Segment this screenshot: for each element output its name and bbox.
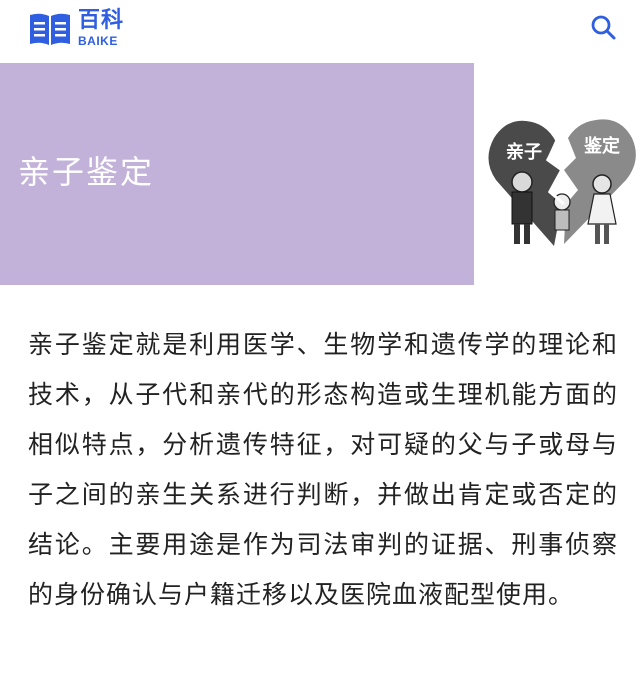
logo-text: 百科 BAIKE [78,8,125,48]
search-icon [591,15,616,40]
book-icon [28,11,72,47]
hero-banner: 亲子鉴定 亲子 鉴定 [0,63,640,285]
hero-band: 亲子鉴定 [0,63,474,285]
page-title: 亲子鉴定 [18,153,155,191]
logo-cn: 百科 [78,8,125,33]
article-body: 亲子鉴定就是利用医学、生物学和遗传学的理论和技术，从子代和亲代的形态构造或生理机… [28,320,618,620]
top-bar: 百科 BAIKE [0,0,640,58]
image-label-left: 亲子 [506,141,542,163]
logo-en: BAIKE [78,34,118,48]
search-button[interactable] [588,12,618,42]
baike-logo[interactable]: 百科 BAIKE [28,10,124,47]
broken-heart-illustration: 亲子 鉴定 [486,108,640,248]
image-label-right: 鉴定 [583,135,620,157]
article-paragraph: 亲子鉴定就是利用医学、生物学和遗传学的理论和技术，从子代和亲代的形态构造或生理机… [28,330,618,609]
